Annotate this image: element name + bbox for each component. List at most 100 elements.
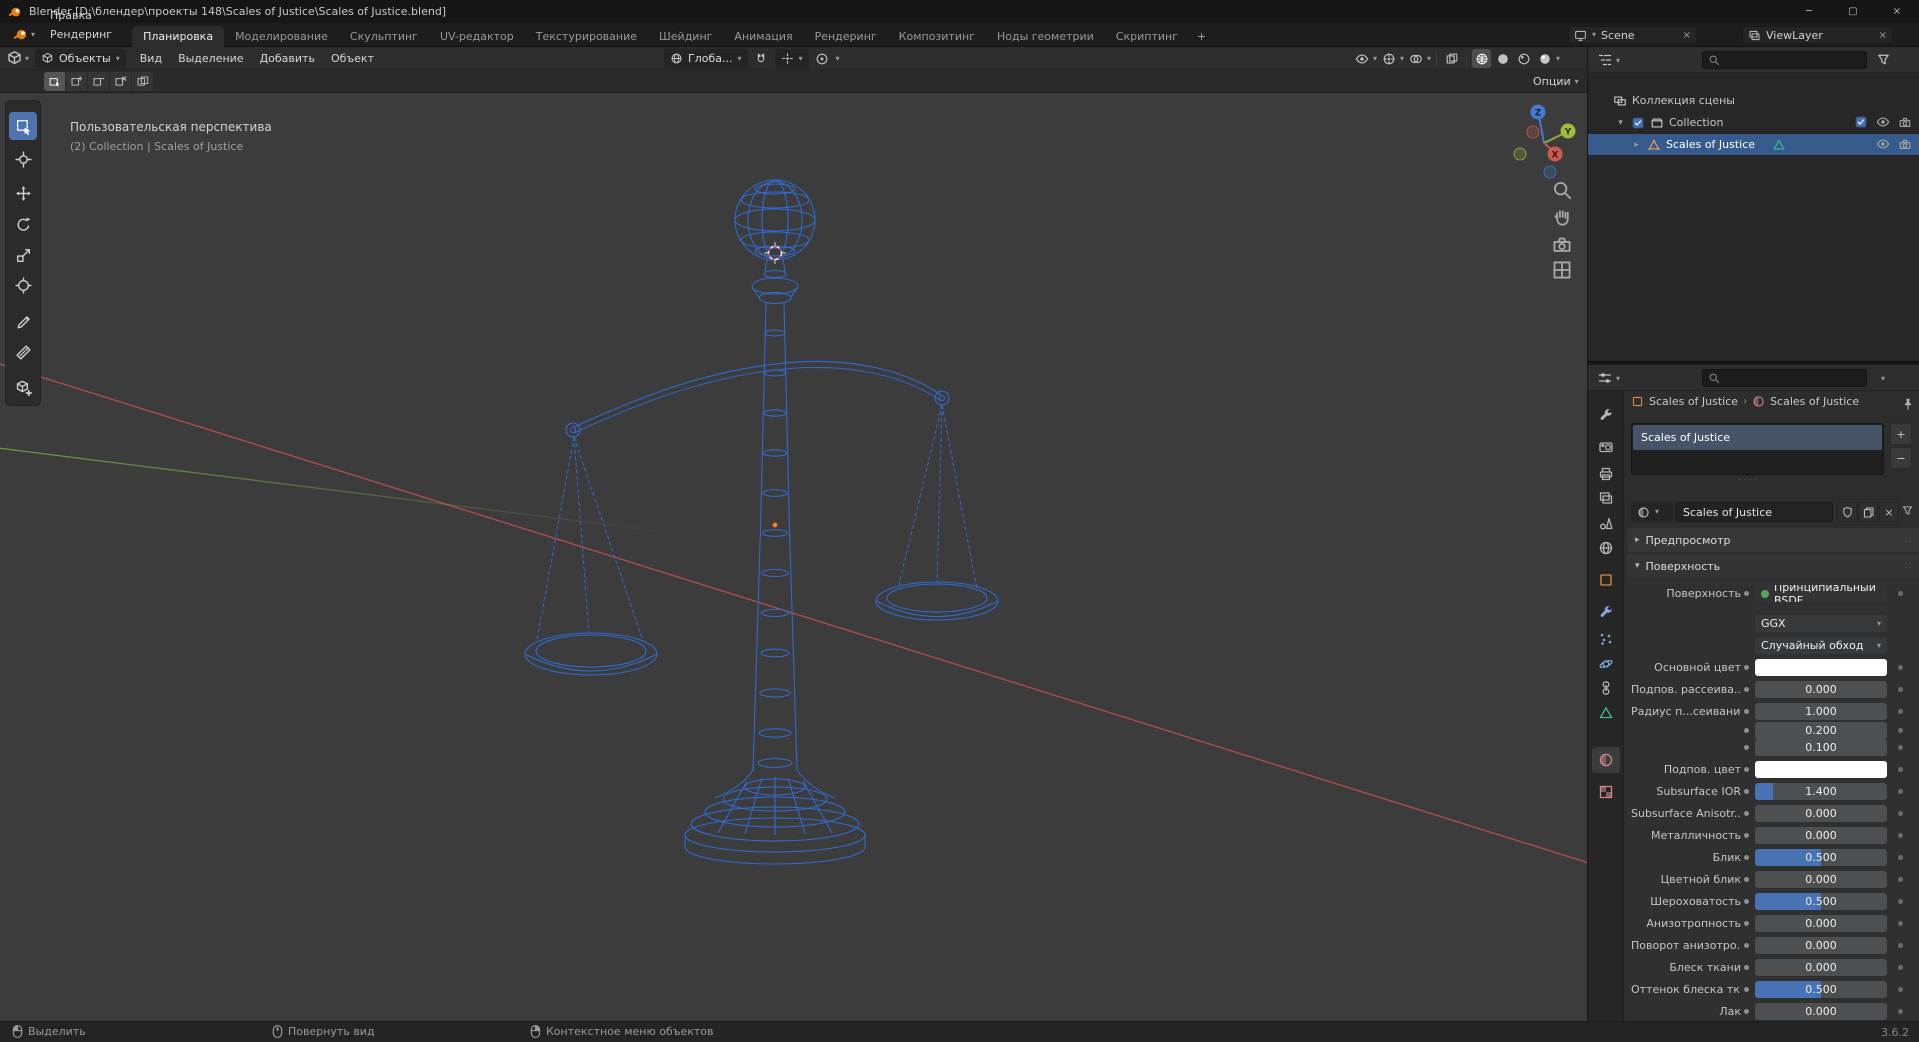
outliner-row-2[interactable]: ▸ Scales of Justice (1588, 134, 1919, 155)
select-mode-invert[interactable] (110, 72, 131, 91)
gizmo-negative-z[interactable] (1543, 165, 1557, 179)
viewport-menu-3[interactable]: Объект (323, 49, 382, 68)
blender-menu-button[interactable]: ▾ (6, 27, 42, 42)
decorator-dot[interactable] (1898, 745, 1903, 750)
outliner-row-0[interactable]: Коллекция сцены (1588, 90, 1919, 111)
dropdown-field[interactable]: GGX ▾ (1755, 615, 1887, 632)
material-slot-item[interactable]: Scales of Justice (1633, 425, 1882, 450)
value-field[interactable]: 0.000 (1755, 1003, 1887, 1020)
viewport-menu-1[interactable]: Выделение (170, 49, 252, 68)
value-field[interactable]: 0.000 (1755, 871, 1887, 888)
unlink-material-button[interactable]: × (1879, 502, 1899, 522)
add-cube-tool[interactable] (9, 373, 37, 401)
xray-toggle[interactable] (1442, 49, 1461, 68)
editor-type-icon[interactable] (1597, 52, 1613, 68)
tab-scene[interactable] (1592, 510, 1620, 536)
scale-tool[interactable] (9, 241, 37, 269)
decorator-dot[interactable] (1898, 665, 1903, 670)
value-field[interactable]: 0.000 (1755, 937, 1887, 954)
maximize-button[interactable]: ▢ (1831, 0, 1875, 23)
shader-button[interactable]: Принципиальный BSDF (1755, 585, 1887, 602)
workspace-tab-5[interactable]: Шейдинг (648, 26, 723, 47)
workspace-tab-3[interactable]: UV-редактор (429, 26, 525, 47)
decorator-dot[interactable] (1898, 877, 1903, 882)
color-swatch[interactable] (1755, 761, 1887, 778)
decorator-dot[interactable] (1898, 899, 1903, 904)
select-mode-set[interactable] (44, 72, 65, 91)
shading-material-button[interactable] (1514, 49, 1533, 68)
decorator-dot[interactable] (1898, 687, 1903, 692)
tab-render[interactable] (1592, 434, 1620, 460)
workspace-tab-8[interactable]: Композитинг (888, 26, 986, 47)
checkbox-icon[interactable] (1854, 115, 1868, 129)
scene-selector[interactable]: ▾ Scene × (1568, 26, 1697, 44)
tab-modifiers[interactable] (1592, 599, 1620, 625)
overlays-dropdown[interactable] (1406, 49, 1425, 68)
value-field[interactable]: 0.500 (1755, 981, 1887, 998)
breadcrumb-material[interactable]: Scales of Justice (1770, 395, 1859, 408)
tab-physics[interactable] (1592, 651, 1620, 677)
zoom-view-icon[interactable] (1551, 179, 1573, 201)
view-layer-selector[interactable]: ViewLayer × (1742, 26, 1893, 44)
decorator-dot[interactable] (1898, 921, 1903, 926)
transform-tool[interactable] (9, 271, 37, 299)
expander-closed-icon[interactable]: ▸ (1631, 140, 1642, 150)
remove-slot-button[interactable]: − (1890, 447, 1912, 469)
decorator-dot[interactable] (1898, 767, 1903, 772)
value-field[interactable]: 1.000 (1755, 703, 1887, 720)
snap-target-dropdown[interactable]: ▾ (774, 49, 809, 68)
transform-orientation-dropdown[interactable]: Глоба... ▾ (664, 49, 748, 68)
options-dropdown[interactable]: Опции ▾ (1528, 72, 1584, 91)
gizmo-negative-x[interactable] (1526, 125, 1540, 139)
decorator-dot[interactable] (1898, 965, 1903, 970)
value-field[interactable]: 0.000 (1755, 915, 1887, 932)
eye-icon[interactable] (1876, 115, 1890, 129)
value-field[interactable]: 1.400 (1755, 783, 1887, 800)
tab-particles[interactable] (1592, 626, 1620, 652)
camera-icon[interactable] (1898, 115, 1912, 129)
unlink-scene-icon[interactable]: × (1683, 30, 1691, 41)
tab-constraints[interactable] (1592, 675, 1620, 701)
decorator-dot[interactable] (1898, 591, 1903, 596)
material-specials-icon[interactable] (1901, 504, 1914, 517)
add-slot-button[interactable]: + (1890, 423, 1912, 445)
outliner-search-input[interactable] (1702, 51, 1867, 69)
tab-material[interactable] (1592, 747, 1620, 773)
ortho-toggle-icon[interactable] (1551, 259, 1573, 281)
value-field[interactable]: 0.100 (1755, 739, 1887, 756)
viewport-canvas[interactable]: Пользовательская перспектива (2) Collect… (0, 93, 1587, 1021)
box-select-tool[interactable] (9, 112, 37, 140)
workspace-tab-1[interactable]: Моделирование (224, 26, 339, 47)
tab-view-layer[interactable] (1592, 485, 1620, 511)
tab-texture[interactable] (1592, 779, 1620, 805)
unlink-view-layer-icon[interactable]: × (1879, 30, 1887, 41)
shading-solid-button[interactable] (1493, 49, 1512, 68)
camera-view-icon[interactable] (1551, 233, 1573, 255)
decorator-dot[interactable] (1898, 987, 1903, 992)
select-mode-extend[interactable] (66, 72, 87, 91)
surface-panel-header[interactable]: ▾ Поверхность ∷ (1627, 554, 1919, 578)
workspace-tab-9[interactable]: Ноды геометрии (986, 26, 1105, 47)
topbar-menu-1[interactable]: Правка (42, 6, 120, 25)
value-field[interactable]: 0.500 (1755, 849, 1887, 866)
visibility-dropdown[interactable] (1352, 49, 1371, 68)
annotate-tool[interactable] (9, 308, 37, 336)
shading-wireframe-button[interactable] (1472, 49, 1492, 68)
browse-material-dropdown[interactable]: ▾ (1631, 502, 1673, 522)
gizmo-negative-y[interactable] (1513, 147, 1527, 161)
add-workspace-button[interactable]: + (1189, 26, 1214, 47)
proportional-editing-toggle[interactable] (813, 49, 832, 68)
topbar-menu-2[interactable]: Рендеринг (42, 25, 120, 44)
value-field[interactable]: 0.000 (1755, 805, 1887, 822)
tab-world[interactable] (1592, 535, 1620, 561)
pan-view-icon[interactable] (1551, 206, 1573, 228)
decorator-dot[interactable] (1898, 789, 1903, 794)
breadcrumb-object[interactable]: Scales of Justice (1649, 395, 1738, 408)
checkbox-icon[interactable] (1631, 116, 1645, 130)
workspace-tab-2[interactable]: Скульптинг (339, 26, 429, 47)
workspace-tab-4[interactable]: Текстурирование (525, 26, 648, 47)
workspace-tab-0[interactable]: Планировка (132, 25, 225, 47)
properties-search-input[interactable] (1702, 369, 1867, 387)
tab-output[interactable] (1592, 461, 1620, 487)
camera-icon[interactable] (1898, 137, 1912, 151)
